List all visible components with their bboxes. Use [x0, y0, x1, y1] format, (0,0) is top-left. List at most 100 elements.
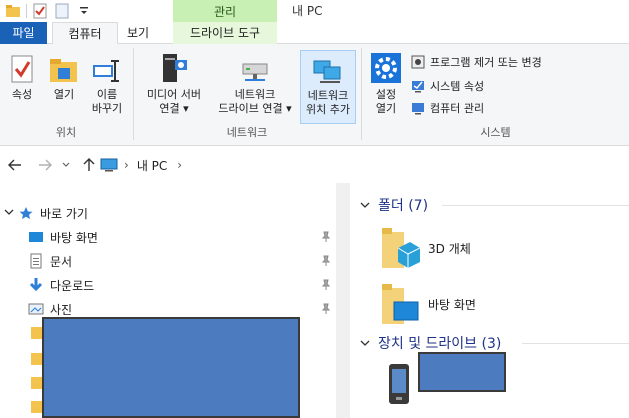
tree-item-desktop[interactable]: 바탕 화면: [0, 225, 336, 249]
download-arrow-icon: [28, 277, 44, 293]
map-drive-label-line2: 드라이브 연결 ▾: [218, 102, 292, 115]
manage-context-tab[interactable]: 관리: [173, 0, 277, 22]
devices-header-label: 장치 및 드라이브 (3): [378, 336, 502, 352]
system-properties-button[interactable]: 시스템 속성: [410, 76, 484, 96]
pin-icon[interactable]: [320, 231, 332, 243]
recent-locations-chevron-icon[interactable]: [60, 156, 72, 174]
media-server-label-line2: 연결 ▾: [159, 102, 189, 115]
pin-icon[interactable]: [320, 255, 332, 267]
breadcrumb-separator[interactable]: ›: [124, 158, 129, 172]
network-drive-icon: [212, 50, 298, 84]
properties-check-icon[interactable]: [31, 2, 49, 20]
settings-label-line2: 열기: [375, 102, 397, 115]
open-folder-icon: [46, 50, 82, 84]
computer-management-label: 컴퓨터 관리: [430, 102, 485, 115]
title-bar: 관리 내 PC: [0, 0, 629, 22]
quick-access-toolbar: [0, 0, 93, 22]
add-location-label-line2: 위치 추가: [306, 103, 350, 116]
qat-divider: [26, 4, 27, 18]
system-properties-label: 시스템 속성: [430, 80, 485, 93]
window-title: 내 PC: [292, 4, 323, 18]
open-settings-button[interactable]: 설정 열기: [368, 50, 404, 116]
group-system-label: 시스템: [480, 126, 511, 139]
folder-tile-desktop[interactable]: 바탕 화면: [380, 279, 476, 329]
tree-item-documents[interactable]: 문서: [0, 249, 336, 273]
media-server-icon: [138, 50, 210, 84]
uninstall-label: 프로그램 제거 또는 변경: [430, 56, 542, 69]
group-location-label: 위치: [55, 126, 77, 139]
tree-item-quick-access[interactable]: 바로 가기: [0, 201, 336, 225]
star-icon: [18, 205, 34, 221]
desktop-folder-icon: [380, 282, 420, 326]
nav-pane-scrollbar[interactable]: [336, 183, 350, 418]
downloads-label: 다운로드: [50, 278, 95, 293]
collapse-chevron-icon[interactable]: [360, 337, 370, 350]
open-button[interactable]: 열기: [46, 50, 82, 102]
uninstall-icon: [410, 54, 426, 70]
rename-label-line1: 이름: [96, 88, 118, 101]
quick-access-label: 바로 가기: [40, 206, 88, 221]
add-network-location-button[interactable]: 네트워크 위치 추가: [300, 50, 356, 124]
media-server-button[interactable]: 미디어 서버 연결 ▾: [138, 50, 210, 116]
devices-section-header[interactable]: 장치 및 드라이브 (3): [360, 333, 501, 353]
tab-computer[interactable]: 컴퓨터: [52, 22, 118, 45]
3d-objects-folder-icon: [380, 226, 421, 270]
computer-management-button[interactable]: 컴퓨터 관리: [410, 98, 484, 118]
desktop-label: 바탕 화면: [50, 230, 98, 245]
properties-icon: [4, 50, 40, 84]
section-divider: [522, 343, 629, 344]
computer-management-icon: [410, 100, 426, 116]
open-label: 열기: [53, 88, 75, 101]
forward-arrow-icon[interactable]: [36, 156, 54, 174]
add-location-label-line1: 네트워크: [307, 89, 349, 102]
portable-device-icon[interactable]: [386, 363, 412, 405]
network-location-icon: [301, 51, 355, 85]
rename-button[interactable]: 이름 바꾸기: [86, 50, 128, 116]
ribbon-tab-row: 파일 컴퓨터 보기 드라이브 도구: [0, 22, 629, 45]
up-arrow-icon[interactable]: [80, 156, 98, 174]
3d-objects-label: 3D 개체: [428, 241, 471, 256]
properties-button[interactable]: 속성: [4, 50, 40, 102]
customize-dropdown-icon[interactable]: [75, 2, 93, 20]
uninstall-program-button[interactable]: 프로그램 제거 또는 변경: [410, 52, 542, 72]
ribbon: 속성 열기 이름 바꾸기 위치 미디어 서버 연결 ▾ 네트워크 드라이브 연결…: [0, 44, 629, 146]
folders-section-header[interactable]: 폴더 (7): [360, 195, 428, 215]
system-properties-icon: [410, 78, 426, 94]
breadcrumb-trailing-chevron[interactable]: ›: [177, 158, 182, 172]
collapse-chevron-icon[interactable]: [360, 199, 370, 212]
navigation-pane: 바로 가기 바탕 화면 문서 다운로드 사진: [0, 183, 350, 418]
desktop-folder-label: 바탕 화면: [428, 297, 476, 312]
pin-icon[interactable]: [320, 279, 332, 291]
new-folder-icon[interactable]: [53, 2, 71, 20]
expand-chevron-icon[interactable]: [4, 208, 18, 219]
section-divider: [442, 205, 629, 206]
rename-icon: [86, 50, 128, 84]
tree-item-downloads[interactable]: 다운로드: [0, 273, 336, 297]
this-pc-icon: [100, 158, 118, 172]
settings-label-line1: 설정: [375, 88, 397, 101]
pictures-label: 사진: [50, 302, 73, 317]
breadcrumb-this-pc[interactable]: 내 PC: [137, 157, 167, 174]
media-server-label-line1: 미디어 서버: [146, 88, 202, 101]
settings-gear-icon: [368, 50, 404, 84]
map-drive-label-line1: 네트워크: [234, 88, 276, 101]
tab-file[interactable]: 파일: [0, 22, 47, 44]
document-icon: [28, 253, 44, 269]
group-location: 속성 열기 이름 바꾸기 위치: [0, 44, 132, 146]
group-system: 설정 열기 프로그램 제거 또는 변경 시스템 속성 컴퓨터 관리 시스템: [362, 44, 629, 146]
back-arrow-icon[interactable]: [6, 156, 24, 174]
rename-label-line2: 바꾸기: [91, 102, 123, 115]
folder-icon[interactable]: [4, 2, 22, 20]
tab-view[interactable]: 보기: [118, 22, 158, 44]
content-pane: 폴더 (7) 3D 개체 바탕 화면 장치 및 드라이브 (3): [352, 183, 629, 418]
desktop-icon: [28, 229, 44, 245]
pictures-icon: [28, 301, 44, 317]
tab-drive-tools[interactable]: 드라이브 도구: [173, 22, 277, 44]
folder-tile-3d-objects[interactable]: 3D 개체: [380, 223, 471, 273]
map-network-drive-button[interactable]: 네트워크 드라이브 연결 ▾: [212, 50, 298, 116]
group-network: 미디어 서버 연결 ▾ 네트워크 드라이브 연결 ▾ 네트워크 위치 추가 네트…: [134, 44, 360, 146]
group-network-label: 네트워크: [226, 126, 268, 139]
navigation-bar: › 내 PC ›: [0, 147, 629, 183]
address-bar[interactable]: › 내 PC ›: [100, 153, 629, 177]
pin-icon[interactable]: [320, 303, 332, 315]
